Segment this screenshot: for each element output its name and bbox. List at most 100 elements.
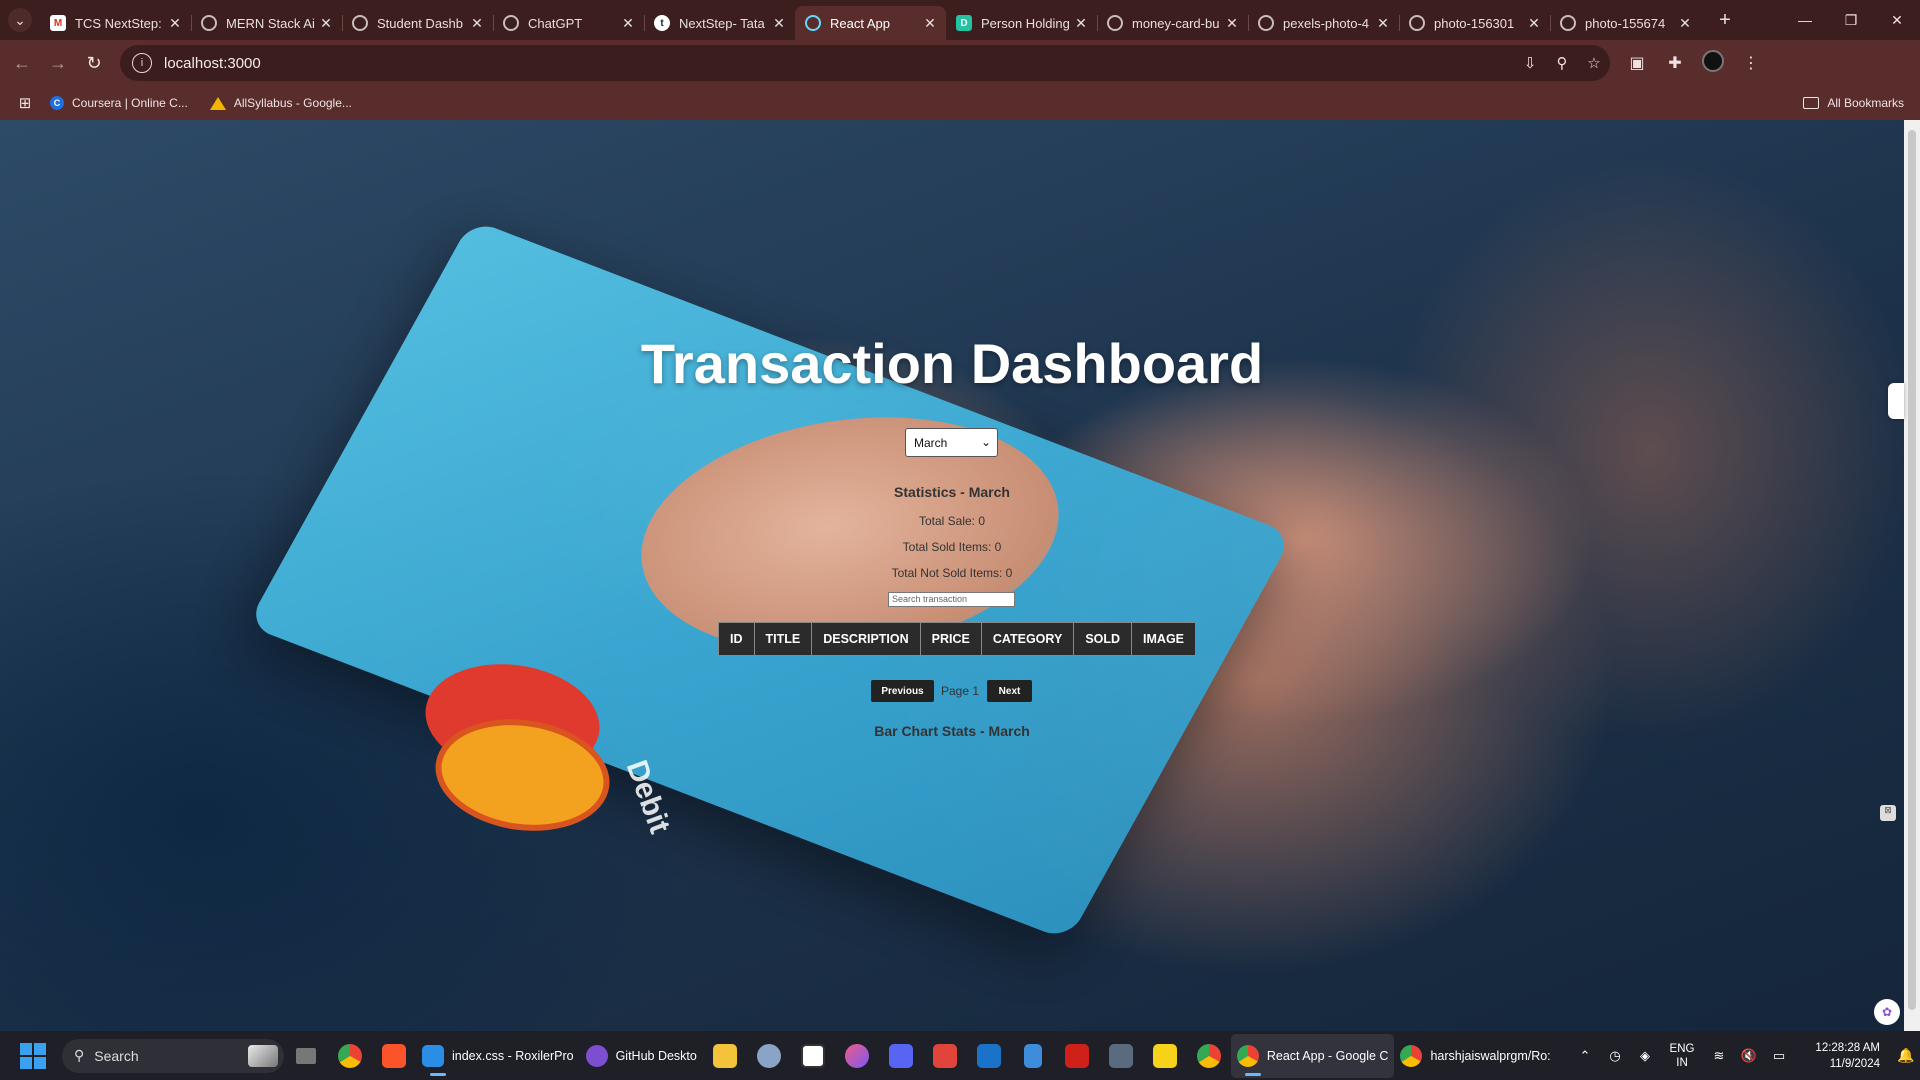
restore-button[interactable]: ❐ [1828, 0, 1874, 40]
tab[interactable]: photo-155674 ✕ [1550, 6, 1701, 40]
globe-icon [1258, 15, 1274, 31]
tab[interactable]: pexels-photo-4 ✕ [1248, 6, 1399, 40]
notion-glyph [800, 1043, 825, 1068]
tab[interactable]: M TCS NextStep: ✕ [40, 6, 191, 40]
close-icon[interactable]: ✕ [922, 15, 938, 32]
bookmark-item[interactable]: C Coursera | Online C... [50, 96, 188, 110]
notion-icon[interactable] [791, 1034, 835, 1078]
profile-avatar[interactable] [1694, 49, 1732, 77]
app-icon[interactable] [835, 1034, 879, 1078]
clock[interactable]: 12:28:28 AM 11/9/2024 [1794, 1040, 1880, 1072]
chevron-down-icon: ⌄ [980, 435, 991, 449]
vscode-icon [422, 1044, 444, 1067]
taskbar-search[interactable]: ⚲ Search [62, 1038, 284, 1073]
site-info-icon[interactable]: i [132, 53, 152, 73]
close-icon[interactable]: ✕ [1526, 15, 1542, 32]
close-icon[interactable]: ✕ [318, 15, 334, 32]
bookmark-item[interactable]: AllSyllabus - Google... [209, 96, 352, 110]
taskbar-app-label: GitHub Deskto [615, 1048, 697, 1063]
month-select[interactable]: March ⌄ [905, 428, 998, 457]
settings-icon[interactable] [747, 1034, 791, 1078]
security-icon[interactable]: ◈ [1630, 1048, 1660, 1064]
menu-kebab-icon[interactable]: ⋮ [1732, 53, 1770, 73]
new-tab-button[interactable]: + [1709, 9, 1741, 32]
page-scrollbar[interactable] [1904, 120, 1920, 1031]
brave-icon[interactable] [372, 1034, 416, 1078]
tab-active[interactable]: React App ✕ [795, 6, 946, 40]
close-icon[interactable]: ✕ [620, 15, 636, 32]
tab-title: NextStep- Tata [679, 15, 765, 31]
sticky-notes-icon[interactable] [1143, 1034, 1187, 1078]
minimize-button[interactable]: — [1782, 0, 1828, 40]
extension-icon[interactable]: ▣ [1618, 53, 1656, 73]
tab[interactable]: Student Dashb ✕ [342, 6, 493, 40]
globe-icon [1560, 15, 1576, 31]
news-icon[interactable] [923, 1034, 967, 1078]
reload-button[interactable]: ↻ [76, 45, 112, 81]
apps-grid-icon[interactable]: ⊞ [0, 94, 50, 112]
side-panel-handle[interactable] [1888, 383, 1904, 419]
acrobat-icon[interactable] [1055, 1034, 1099, 1078]
battery-icon[interactable]: ▭ [1764, 1048, 1794, 1064]
all-bookmarks-label: All Bookmarks [1827, 96, 1904, 110]
tab[interactable]: t NextStep- Tata ✕ [644, 6, 795, 40]
taskbar-app-github-chrome[interactable]: harshjaiswalprgm/Ro: [1394, 1034, 1556, 1078]
close-icon[interactable]: ✕ [771, 15, 787, 32]
close-icon[interactable]: ✕ [1224, 15, 1240, 32]
forward-button[interactable]: → [40, 45, 76, 81]
discord-icon[interactable] [879, 1034, 923, 1078]
taskbar-app-github[interactable]: GitHub Deskto [580, 1034, 703, 1078]
install-app-icon[interactable]: ⇩ [1514, 54, 1546, 72]
taskbar-app-label: React App - Google C [1266, 1048, 1389, 1063]
taskbar-app-vscode[interactable]: index.css - RoxilerPro [416, 1034, 580, 1078]
back-button[interactable]: ← [4, 45, 40, 81]
tab[interactable]: money-card-bu ✕ [1097, 6, 1248, 40]
file-explorer-icon[interactable] [703, 1034, 747, 1078]
chatgpt-icon [503, 15, 519, 31]
tab-title: pexels-photo-4 [1283, 15, 1369, 31]
region-code: IN [1676, 1056, 1688, 1069]
bookmark-star-icon[interactable]: ☆ [1578, 54, 1610, 72]
statistics-title: Statistics - March [894, 484, 1010, 500]
clock-app-icon[interactable]: ◷ [1600, 1048, 1630, 1064]
notification-bell-icon[interactable]: 🔔 [1892, 1047, 1920, 1064]
tab-search-button[interactable]: ⌄ [0, 0, 40, 40]
zoom-icon[interactable]: ⚲ [1546, 54, 1578, 72]
scrollbar-thumb[interactable] [1908, 130, 1916, 1010]
chevron-up-icon[interactable]: ⌃ [1570, 1048, 1600, 1064]
close-icon[interactable]: ✕ [1073, 15, 1089, 32]
close-icon[interactable]: ✕ [1677, 15, 1693, 32]
next-button[interactable]: Next [987, 680, 1032, 702]
chrome-icon[interactable] [328, 1034, 372, 1078]
wifi-icon[interactable]: ≋ [1704, 1048, 1734, 1064]
side-extension-icon[interactable]: ⊠ [1880, 805, 1896, 821]
close-icon[interactable]: ✕ [469, 15, 485, 32]
taskbar-app-react-chrome[interactable]: React App - Google C [1230, 1033, 1395, 1078]
calculator-icon[interactable] [1099, 1034, 1143, 1078]
all-bookmarks-button[interactable]: All Bookmarks [1803, 96, 1904, 110]
volume-muted-icon[interactable]: 🔇 [1734, 1048, 1764, 1064]
close-icon[interactable]: ✕ [1375, 15, 1391, 32]
tab[interactable]: ChatGPT ✕ [493, 6, 644, 40]
address-bar[interactable]: i localhost:3000 ⇩ ⚲ ☆ [120, 45, 1610, 81]
tab[interactable]: MERN Stack Ai ✕ [191, 6, 342, 40]
close-icon[interactable]: ✕ [167, 15, 183, 32]
outlook-icon[interactable] [967, 1034, 1011, 1078]
extensions-puzzle-icon[interactable]: ✚ [1656, 53, 1694, 73]
notepad-icon[interactable] [1011, 1034, 1055, 1078]
close-window-button[interactable]: ✕ [1874, 0, 1920, 40]
tab[interactable]: D Person Holding ✕ [946, 6, 1097, 40]
copilot-icon[interactable]: ✿ [1874, 999, 1900, 1025]
clock-date: 11/9/2024 [1829, 1057, 1880, 1070]
transactions-table-header: ID TITLE DESCRIPTION PRICE CATEGORY SOLD… [718, 622, 1197, 656]
chrome-icon[interactable] [1187, 1034, 1231, 1078]
task-view-icon[interactable] [284, 1034, 328, 1078]
windows-start-icon[interactable] [20, 1042, 46, 1069]
tcs-icon: t [654, 15, 670, 31]
language-indicator[interactable]: ENG IN [1660, 1042, 1704, 1070]
search-input[interactable]: Search transaction [888, 592, 1015, 607]
tab-strip: ⌄ M TCS NextStep: ✕ MERN Stack Ai ✕ Student… [0, 0, 1920, 40]
tab[interactable]: photo-156301 ✕ [1399, 6, 1550, 40]
tab-title: photo-156301 [1434, 15, 1515, 31]
previous-button[interactable]: Previous [871, 680, 934, 702]
